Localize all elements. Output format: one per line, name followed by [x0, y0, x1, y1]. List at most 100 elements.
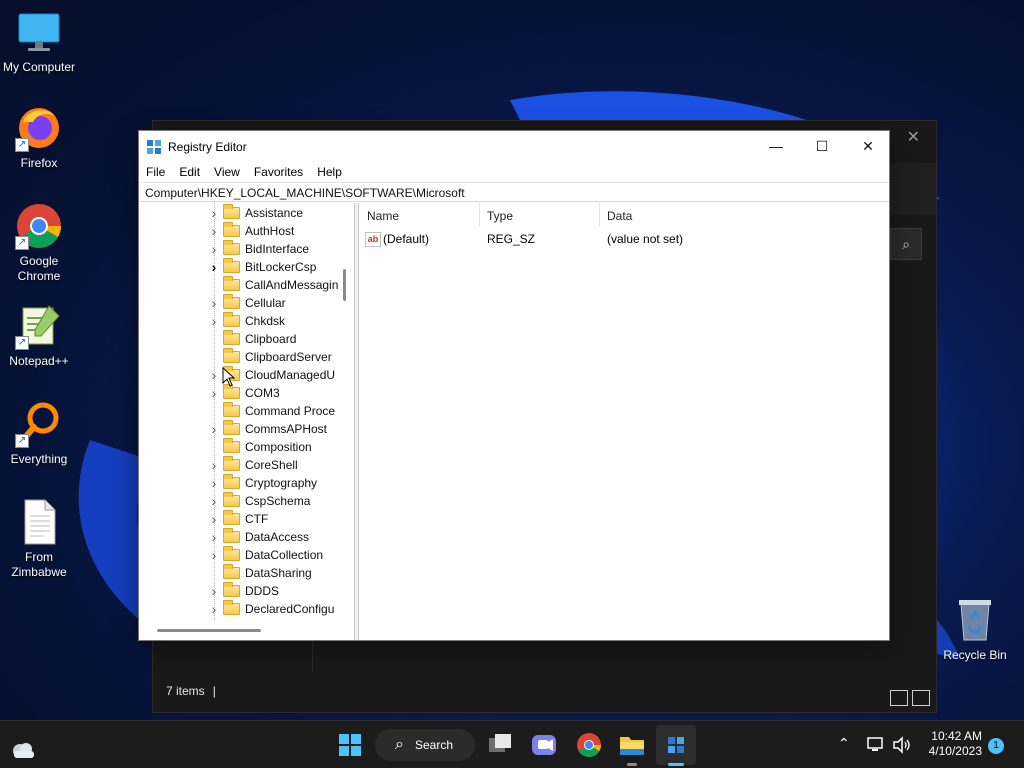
column-divider[interactable] [599, 203, 600, 227]
chrome-icon[interactable] [575, 729, 603, 761]
taskbar-search-button[interactable]: ⌕ Search [375, 729, 475, 761]
column-divider[interactable] [479, 203, 480, 227]
volume-icon[interactable] [892, 736, 912, 754]
details-view-icon[interactable] [890, 690, 908, 706]
tiles-view-icon[interactable] [912, 690, 930, 706]
values-list[interactable]: Name Type Data ab (Default) REG_SZ (valu… [359, 203, 889, 640]
tree-item[interactable]: › CoreShell [139, 456, 339, 474]
column-name[interactable]: Name [367, 209, 399, 223]
chevron-right-icon[interactable]: › [209, 547, 219, 563]
chevron-right-icon[interactable]: › [209, 313, 219, 329]
tree-item[interactable]: Composition [139, 438, 339, 456]
clock[interactable]: 10:42 AM 4/10/2023 [929, 729, 982, 759]
chevron-right-icon[interactable]: › [209, 457, 219, 473]
desktop-icon-notepadpp[interactable]: ↗ Notepad++ [0, 302, 78, 369]
horizontal-scrollbar[interactable] [157, 629, 261, 632]
item-count: 7 items [166, 684, 205, 698]
start-windows-icon[interactable] [338, 729, 362, 761]
desktop-icon-from-zimbabwe[interactable]: From Zimbabwe [0, 498, 78, 580]
chevron-right-icon[interactable]: › [209, 583, 219, 599]
tree-item[interactable]: › DDDS [139, 582, 339, 600]
desktop-icon-firefox[interactable]: ↗ Firefox [0, 104, 78, 171]
clock-date: 4/10/2023 [928, 744, 982, 758]
folder-icon [223, 564, 240, 579]
tree-item[interactable]: CallAndMessagin [139, 276, 339, 294]
tree-item-label: DataAccess [245, 530, 310, 544]
tree-item[interactable]: › DataAccess [139, 528, 339, 546]
close-icon[interactable]: ✕ [907, 127, 920, 147]
close-button[interactable]: ✕ [845, 131, 891, 162]
chevron-right-icon[interactable]: › [209, 385, 219, 401]
recycle-bin-icon [951, 596, 999, 644]
weather-cloud-icon[interactable] [10, 734, 36, 766]
tree-item[interactable]: › BidInterface [139, 240, 339, 258]
folder-icon [223, 510, 240, 525]
chevron-right-icon[interactable]: › [209, 493, 219, 509]
search-icon[interactable]: ⌕ [890, 228, 922, 260]
menu-edit[interactable]: Edit [179, 165, 200, 179]
vertical-scrollbar[interactable] [343, 269, 346, 301]
desktop-icon-label: My Computer [2, 60, 76, 74]
tree-item[interactable]: › CspSchema [139, 492, 339, 510]
tree-item[interactable]: Clipboard [139, 330, 339, 348]
chevron-right-icon[interactable]: › [209, 421, 219, 437]
key-tree-pane[interactable]: › Assistance › AuthHost › BidInterface › BitLoc… [139, 203, 355, 640]
minimize-button[interactable]: — [753, 131, 799, 162]
menu-help[interactable]: Help [317, 165, 342, 179]
desktop-icon-everything[interactable]: ↗ Everything [0, 400, 78, 467]
registry-editor-window[interactable]: Registry Editor — ☐ ✕ File Edit View Fav… [138, 130, 890, 641]
menu-view[interactable]: View [214, 165, 240, 179]
tree-item[interactable]: › COM3 [139, 384, 339, 402]
tree-item[interactable]: › CommsAPHost [139, 420, 339, 438]
registry-editor-icon [668, 737, 684, 753]
chevron-right-icon[interactable]: › [209, 259, 219, 275]
list-header: Name Type Data [359, 203, 889, 227]
tree-item[interactable]: › Assistance [139, 204, 339, 222]
tree-item[interactable]: DataSharing [139, 564, 339, 582]
shortcut-arrow-icon: ↗ [15, 434, 29, 448]
tree-item[interactable]: › Cryptography [139, 474, 339, 492]
tree-item[interactable]: Command Proce [139, 402, 339, 420]
tree-item[interactable]: › DeclaredConfigu [139, 600, 339, 618]
maximize-button[interactable]: ☐ [799, 131, 845, 162]
desktop-icon-recycle-bin[interactable]: Recycle Bin [937, 596, 1013, 663]
notification-badge[interactable]: 1 [988, 738, 1004, 754]
list-item[interactable]: ab (Default) REG_SZ (value not set) [359, 229, 889, 249]
task-view-icon[interactable] [486, 729, 514, 761]
chrome-icon: ↗ [15, 202, 63, 250]
desktop-icon-my-computer[interactable]: My Computer [0, 8, 78, 75]
network-icon[interactable] [866, 736, 886, 754]
chevron-right-icon[interactable]: › [209, 223, 219, 239]
menu-favorites[interactable]: Favorites [254, 165, 303, 179]
chevron-right-icon[interactable]: › [209, 205, 219, 221]
chevron-right-icon[interactable]: › [209, 601, 219, 617]
chevron-right-icon[interactable]: › [209, 295, 219, 311]
desktop-icon-chrome[interactable]: ↗ Google Chrome [0, 202, 78, 284]
tree-item[interactable]: ClipboardServer [139, 348, 339, 366]
file-explorer-icon[interactable] [618, 729, 646, 761]
tree-item[interactable]: › Cellular [139, 294, 339, 312]
regedit-taskbar-button[interactable] [656, 725, 696, 765]
column-type[interactable]: Type [487, 209, 513, 223]
tree-item-label: AuthHost [245, 224, 295, 238]
chevron-right-icon[interactable]: › [209, 241, 219, 257]
tree-item-label: DataCollection [245, 548, 324, 562]
tree-item[interactable]: › AuthHost [139, 222, 339, 240]
menu-file[interactable]: File [146, 165, 165, 179]
tree-item[interactable]: › BitLockerCsp [139, 258, 339, 276]
address-bar[interactable]: Computer\HKEY_LOCAL_MACHINE\SOFTWARE\Mic… [139, 182, 889, 202]
chevron-right-icon[interactable]: › [209, 475, 219, 491]
chevron-right-icon[interactable]: › [209, 367, 219, 383]
chevron-right-icon[interactable]: › [209, 511, 219, 527]
column-data[interactable]: Data [607, 209, 632, 223]
tree-item[interactable]: › CTF [139, 510, 339, 528]
tree-item[interactable]: › DataCollection [139, 546, 339, 564]
menu-bar: File Edit View Favorites Help [139, 162, 889, 182]
title-bar[interactable]: Registry Editor — ☐ ✕ [139, 131, 889, 162]
registry-editor-icon [147, 139, 161, 154]
chevron-up-icon[interactable]: ⌃ [838, 735, 850, 752]
tree-item[interactable]: › Chkdsk [139, 312, 339, 330]
teams-chat-icon[interactable] [530, 729, 558, 761]
chevron-right-icon[interactable]: › [209, 529, 219, 545]
tree-item[interactable]: › CloudManagedU [139, 366, 339, 384]
